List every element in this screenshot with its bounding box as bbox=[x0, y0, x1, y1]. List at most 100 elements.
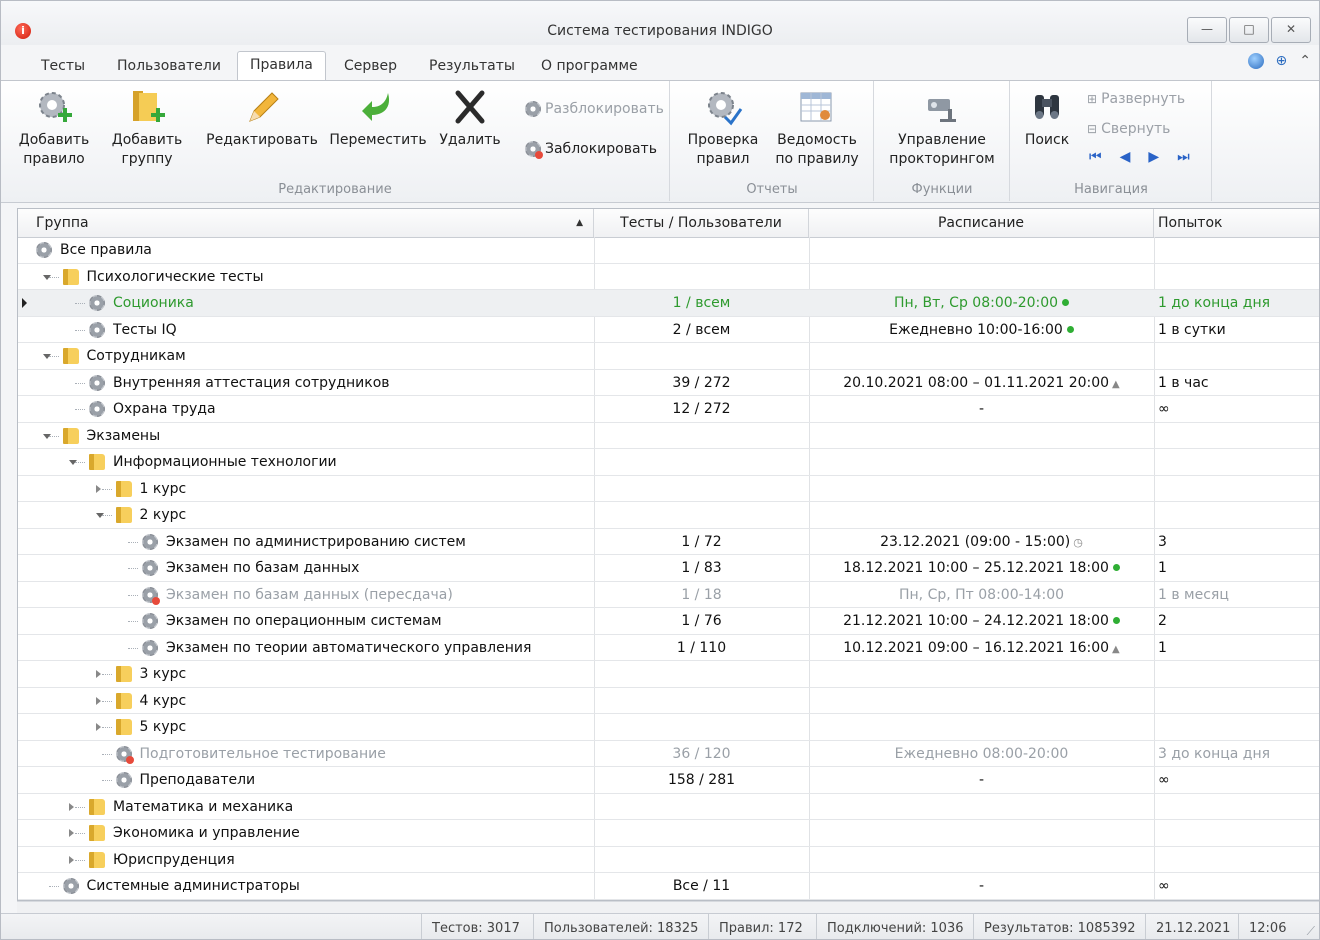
edit-button[interactable]: Редактировать bbox=[205, 87, 319, 150]
tree-connector bbox=[75, 409, 85, 410]
tree-row-rule[interactable]: Экзамен по операционным системам 1 / 76 21… bbox=[18, 608, 1319, 635]
prev-record-icon[interactable]: ◀ bbox=[1120, 149, 1131, 165]
tree-row-rule[interactable]: Внутренняя аттестация сотрудников 39 / 27… bbox=[18, 370, 1319, 396]
close-button[interactable]: ✕ bbox=[1271, 17, 1311, 43]
active-status-icon bbox=[1112, 564, 1120, 571]
rule-sheet-button[interactable]: Ведомость по правилу bbox=[771, 87, 863, 169]
delete-button[interactable]: Удалить bbox=[435, 87, 505, 150]
ribbon-group-label: Отчеты bbox=[746, 182, 798, 197]
expand-node-icon[interactable] bbox=[69, 855, 74, 864]
tab-server[interactable]: Сервер bbox=[332, 53, 409, 79]
tab-about[interactable]: О программе bbox=[529, 53, 650, 79]
nav-arrows: ⏮ ◀ ▶ ⏭ bbox=[1089, 149, 1190, 165]
tree-row-group[interactable]: Сотрудникам bbox=[18, 343, 1319, 370]
cell-schedule: Ежедневно 10:00-16:00 bbox=[809, 317, 1154, 343]
cell-attempts: ∞ bbox=[1158, 401, 1170, 417]
cell-name: Внутренняя аттестация сотрудников bbox=[113, 374, 390, 391]
tree-row-rule[interactable]: Охрана труда 12 / 272 - ∞ bbox=[18, 396, 1319, 423]
column-header-attempts[interactable]: Попыток bbox=[1154, 209, 1319, 237]
tree-row-rule[interactable]: Все правила bbox=[18, 237, 1319, 264]
resize-grip-icon[interactable]: ⟋ bbox=[1307, 924, 1315, 939]
zoom-icon[interactable]: ⊕ bbox=[1276, 53, 1288, 69]
folder-icon bbox=[89, 825, 105, 841]
cell-name: Психологические тесты bbox=[86, 268, 264, 285]
cell-tests-users bbox=[594, 820, 809, 846]
tree-row-group[interactable]: Юриспруденция bbox=[18, 847, 1319, 873]
rule-gear-icon bbox=[142, 613, 158, 629]
expand-node-icon[interactable] bbox=[95, 670, 101, 678]
column-header-group[interactable]: Группа ▲ bbox=[18, 209, 594, 237]
tree-row-rule[interactable]: Соционика 1 / всем Пн, Вт, Ср 08:00-20:00 1… bbox=[18, 290, 1319, 317]
expand-node-icon[interactable] bbox=[95, 723, 101, 731]
tree-row-rule[interactable]: Экзамен по базам данных 1 / 83 18.12.2021 … bbox=[18, 555, 1319, 582]
tab-rules[interactable]: Правила bbox=[237, 51, 326, 82]
rule-gear-icon bbox=[142, 639, 158, 656]
expand-node-icon[interactable] bbox=[95, 696, 101, 705]
add-group-button[interactable]: Добавить группу bbox=[101, 87, 193, 169]
tree-row-group[interactable]: 5 курс bbox=[18, 714, 1319, 741]
cell-tests-users bbox=[594, 688, 809, 714]
unlock-button[interactable]: Разблокировать bbox=[525, 101, 664, 117]
active-status-icon bbox=[1112, 617, 1120, 624]
tree-connector bbox=[48, 886, 59, 887]
tree-row-group[interactable]: 4 курс bbox=[18, 688, 1319, 714]
collapse-ribbon-icon[interactable]: ⌃ bbox=[1299, 53, 1311, 69]
add-rule-button[interactable]: Добавить правило bbox=[9, 87, 99, 169]
status-tests-count: Тестов: 3017 bbox=[421, 914, 530, 939]
globe-icon[interactable] bbox=[1247, 53, 1264, 69]
tree-row-rule[interactable]: Преподаватели 158 / 281 - ∞ bbox=[18, 767, 1319, 794]
cell-attempts bbox=[1158, 661, 1318, 687]
folder-icon bbox=[89, 798, 105, 815]
tree-row-rule[interactable]: Экзамен по базам данных (пересдача) 1 / 1… bbox=[18, 582, 1319, 608]
rule-gear-icon bbox=[62, 878, 79, 894]
cell-name: Соционика bbox=[113, 295, 194, 311]
minimize-button[interactable]: — bbox=[1187, 17, 1227, 43]
tab-tests[interactable]: Тесты bbox=[29, 53, 97, 79]
tree-row-rule[interactable]: Экзамен по администрированию систем 1 / 7… bbox=[18, 529, 1319, 555]
blocked-rule-icon bbox=[142, 586, 160, 605]
tree-row-group[interactable]: Математика и механика bbox=[18, 794, 1319, 820]
tree-row-rule[interactable]: Системные администраторы Все / 11 - ∞ bbox=[18, 873, 1319, 900]
check-rules-button[interactable]: Проверка правил bbox=[681, 87, 765, 169]
last-record-icon[interactable]: ⏭ bbox=[1177, 149, 1190, 165]
ribbon-group-label: Редактирование bbox=[278, 182, 392, 197]
expand-button[interactable]: ⊞ Развернуть bbox=[1087, 91, 1185, 107]
cell-schedule bbox=[809, 449, 1154, 475]
cell-name: Все правила bbox=[60, 242, 152, 258]
tree-row-group[interactable]: Экономика и управление bbox=[18, 820, 1319, 847]
tab-results[interactable]: Результаты bbox=[417, 53, 527, 79]
maximize-button[interactable]: □ bbox=[1229, 17, 1269, 43]
tree-row-rule[interactable]: Экзамен по теории автоматического управл… bbox=[18, 635, 1319, 661]
cell-tests-users: 2 / всем bbox=[672, 321, 731, 338]
cell-attempts bbox=[1158, 343, 1318, 369]
expand-node-icon[interactable] bbox=[95, 484, 101, 493]
title-bar: i Система тестирования INDIGO — □ ✕ bbox=[1, 1, 1319, 45]
next-record-icon[interactable]: ▶ bbox=[1148, 149, 1159, 165]
tree-row-rule[interactable]: Подготовительное тестирование 36 / 120 Еже… bbox=[18, 741, 1319, 767]
tree-row-group[interactable]: 2 курс bbox=[18, 502, 1319, 529]
column-header-tests-users[interactable]: Тесты / Пользователи bbox=[594, 209, 809, 237]
cell-tests-users bbox=[594, 794, 809, 820]
expand-node-icon[interactable] bbox=[69, 802, 74, 811]
tree-row-group[interactable]: 3 курс bbox=[18, 661, 1319, 688]
cell-schedule bbox=[809, 423, 1154, 449]
tree-row-group[interactable]: Информационные технологии bbox=[18, 449, 1319, 476]
cell-attempts: 1 в сутки bbox=[1158, 321, 1226, 338]
cell-attempts bbox=[1158, 794, 1318, 820]
proctoring-button[interactable]: Управление прокторингом bbox=[879, 87, 1005, 169]
cell-schedule bbox=[809, 476, 1154, 502]
tree-row-rule[interactable]: Тесты IQ 2 / всем Ежедневно 10:00-16:00 1 в… bbox=[18, 317, 1319, 343]
tab-users[interactable]: Пользователи bbox=[105, 53, 233, 79]
collapse-button[interactable]: ⊟ Свернуть bbox=[1087, 121, 1170, 137]
first-record-icon[interactable]: ⏮ bbox=[1089, 149, 1102, 165]
move-button[interactable]: Переместить bbox=[327, 87, 429, 150]
lock-button[interactable]: Заблокировать bbox=[525, 141, 657, 159]
tree-row-group[interactable]: Экзамены bbox=[18, 423, 1319, 449]
cell-name: 5 курс bbox=[139, 719, 187, 735]
cell-attempts bbox=[1158, 847, 1318, 873]
search-button[interactable]: Поиск bbox=[1015, 87, 1079, 150]
tree-row-group[interactable]: 1 курс bbox=[18, 476, 1319, 502]
column-header-schedule[interactable]: Расписание bbox=[809, 209, 1154, 237]
tree-row-group[interactable]: Психологические тесты bbox=[18, 264, 1319, 290]
expand-node-icon[interactable] bbox=[69, 829, 74, 837]
